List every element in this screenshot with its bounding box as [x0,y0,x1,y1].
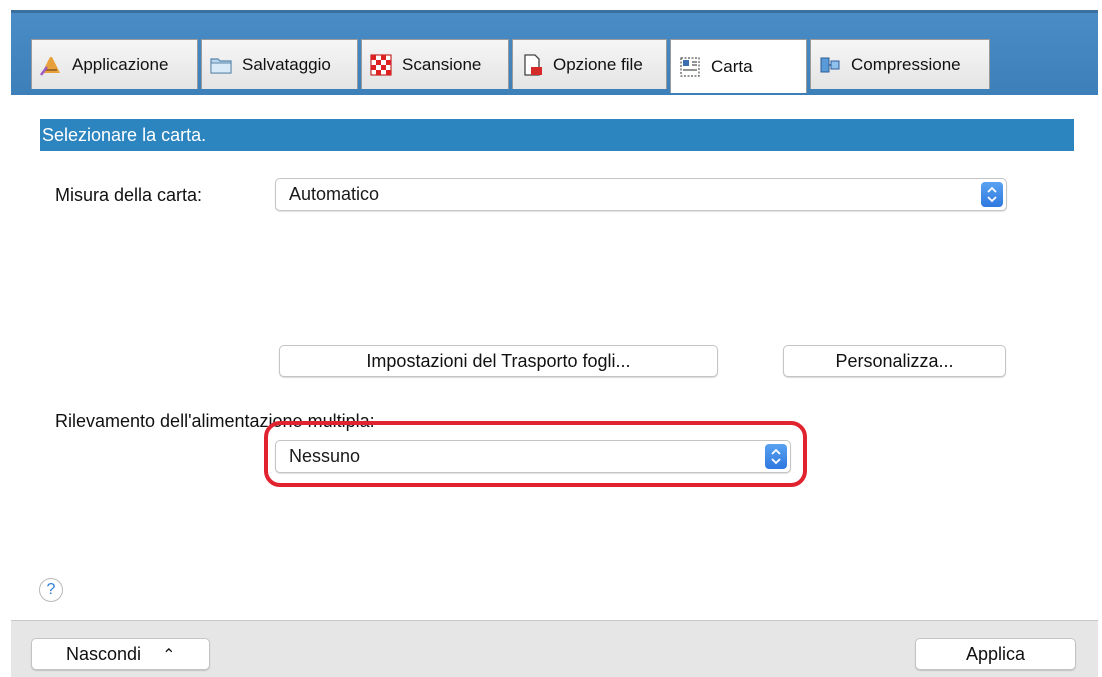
paper-settings-panel: Selezionare la carta. Misura della carta… [11,95,1098,620]
paper-size-label: Misura della carta: [55,185,203,205]
folder-icon [210,57,232,74]
customize-button[interactable]: Personalizza... [783,345,1006,377]
transport-settings-button[interactable]: Impostazioni del Trasporto fogli... [279,345,718,377]
tab-label: Salvataggio [242,54,331,74]
section-banner: Selezionare la carta. [40,119,1074,151]
tab-carta[interactable]: Carta [670,39,807,93]
scansione-icon [370,54,392,75]
chevron-updown-icon [987,186,997,203]
tab-label: Compressione [851,54,961,74]
tab-opzione-file[interactable]: Opzione file [512,39,667,89]
tab-applicazione[interactable]: Applicazione [31,39,198,89]
tab-bar: Applicazione Salvataggio Scansione Opzio… [11,13,1098,95]
paper-icon [680,56,700,77]
file-icon [524,53,542,76]
help-icon[interactable]: ? [39,578,63,602]
scan-settings-window: Applicazione Salvataggio Scansione Opzio… [11,10,1098,677]
chevron-up-icon: ⌃ [162,647,176,664]
tab-label: Scansione [402,54,482,74]
tab-label: Applicazione [72,54,169,74]
hide-button-label: Nascondi [66,644,142,664]
hide-button[interactable]: Nascondi ⌃ [31,638,210,670]
tab-compressione[interactable]: Compressione [810,39,990,89]
paper-size-select[interactable]: Automatico [275,178,1007,211]
applicazione-icon [40,56,60,76]
tab-label: Opzione file [553,54,643,74]
tab-scansione[interactable]: Scansione [361,39,509,89]
compressione-icon [820,57,840,72]
paper-size-stepper-icon[interactable] [981,182,1003,207]
tab-label: Carta [711,56,753,76]
apply-button[interactable]: Applica [915,638,1076,670]
tab-salvataggio[interactable]: Salvataggio [201,39,358,89]
highlight-annotation [264,421,807,487]
bottom-bar: Nascondi ⌃ Applica [11,620,1098,677]
paper-size-value: Automatico [289,184,380,204]
